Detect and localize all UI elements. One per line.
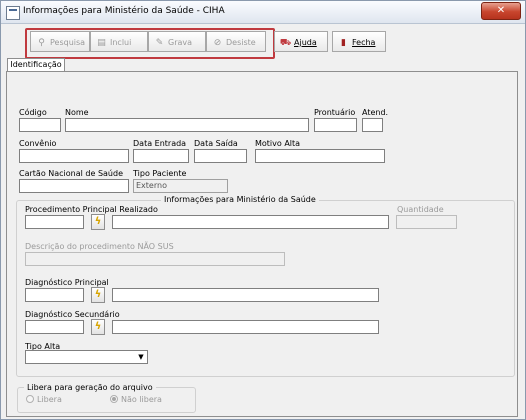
pesquisa-button[interactable]: ⚲ Pesquisa	[30, 31, 90, 52]
tipo-paciente-field: Externo	[133, 179, 228, 193]
motivo-alta-label: Motivo Alta	[255, 139, 301, 148]
diag-principal-label: Diagnóstico Principal	[25, 278, 109, 287]
lightning-icon: ϟ	[94, 321, 102, 332]
lightning-icon: ϟ	[94, 289, 102, 300]
codigo-field[interactable]	[19, 118, 61, 132]
desc-nao-sus-label: Descrição do procedimento NÃO SUS	[25, 242, 174, 251]
close-window-button[interactable]: ✕	[481, 2, 521, 20]
help-icon: ⛟	[279, 38, 292, 48]
proc-principal-label: Procedimento Principal Realizado	[25, 205, 158, 214]
proc-principal-code-field[interactable]	[25, 215, 84, 229]
ms-info-group-title: Informações para Ministério da Saúde	[161, 195, 319, 204]
diag-principal-desc-field[interactable]	[112, 288, 379, 302]
grava-button[interactable]: ✎ Grava	[148, 31, 206, 52]
atend-label: Atend.	[362, 108, 389, 117]
diag-secundario-lookup-button[interactable]: ϟ	[91, 319, 105, 335]
proc-lookup-button[interactable]: ϟ	[91, 214, 105, 230]
nao-libera-radio[interactable]	[110, 395, 118, 403]
prontuario-label: Prontuário	[314, 108, 356, 117]
app-icon	[6, 6, 20, 20]
data-entrada-field[interactable]	[133, 149, 189, 163]
lightning-icon: ϟ	[94, 216, 102, 227]
motivo-alta-field[interactable]	[255, 149, 385, 163]
chevron-down-icon[interactable]: ▼	[135, 351, 147, 363]
diag-secundario-desc-field[interactable]	[112, 320, 379, 334]
proc-principal-desc-field[interactable]	[112, 215, 389, 229]
libera-radio[interactable]	[26, 395, 34, 403]
fecha-button[interactable]: ▮ Fecha	[332, 31, 386, 52]
convenio-label: Convênio	[19, 139, 57, 148]
diag-secundario-code-field[interactable]	[25, 320, 84, 334]
data-saida-label: Data Saída	[194, 139, 238, 148]
title-bar: Informações para Ministério da Saúde - C…	[1, 1, 525, 24]
tipo-alta-select[interactable]: ▼	[25, 350, 148, 364]
nome-field[interactable]	[65, 118, 309, 132]
nome-label: Nome	[65, 108, 89, 117]
desc-nao-sus-field[interactable]	[25, 252, 285, 266]
main-window: Informações para Ministério da Saúde - C…	[0, 0, 526, 420]
cartao-sus-label: Cartão Nacional de Saúde	[19, 169, 123, 178]
diag-principal-lookup-button[interactable]: ϟ	[91, 287, 105, 303]
nao-libera-radio-label: Não libera	[121, 395, 162, 404]
search-icon: ⚲	[38, 38, 45, 48]
libera-group-title: Libera para geração do arquivo	[24, 383, 156, 392]
tab-identificacao[interactable]: Identificação	[7, 58, 65, 72]
tipo-paciente-label: Tipo Paciente	[133, 169, 187, 178]
window-title: Informações para Ministério da Saúde - C…	[23, 6, 225, 16]
diag-principal-code-field[interactable]	[25, 288, 84, 302]
convenio-field[interactable]	[19, 149, 129, 163]
cartao-sus-field[interactable]	[19, 179, 129, 193]
quantidade-field[interactable]	[396, 215, 457, 229]
quantidade-label: Quantidade	[397, 205, 444, 214]
prontuario-field[interactable]	[314, 118, 357, 132]
add-document-icon: ▤	[97, 38, 106, 48]
save-icon: ✎	[155, 38, 164, 48]
desiste-button[interactable]: ⊘ Desiste	[206, 31, 266, 52]
data-entrada-label: Data Entrada	[133, 139, 187, 148]
inclui-button[interactable]: ▤ Inclui	[90, 31, 148, 52]
data-saida-field[interactable]	[194, 149, 247, 163]
codigo-label: Código	[19, 108, 47, 117]
libera-radio-label: Libera	[37, 395, 62, 404]
cancel-icon: ⊘	[213, 38, 222, 48]
diag-secundario-label: Diagnóstico Secundário	[25, 310, 120, 319]
ajuda-button[interactable]: ⛟ Ajuda	[274, 31, 328, 52]
exit-icon: ▮	[341, 38, 346, 48]
atend-field[interactable]	[362, 118, 383, 132]
